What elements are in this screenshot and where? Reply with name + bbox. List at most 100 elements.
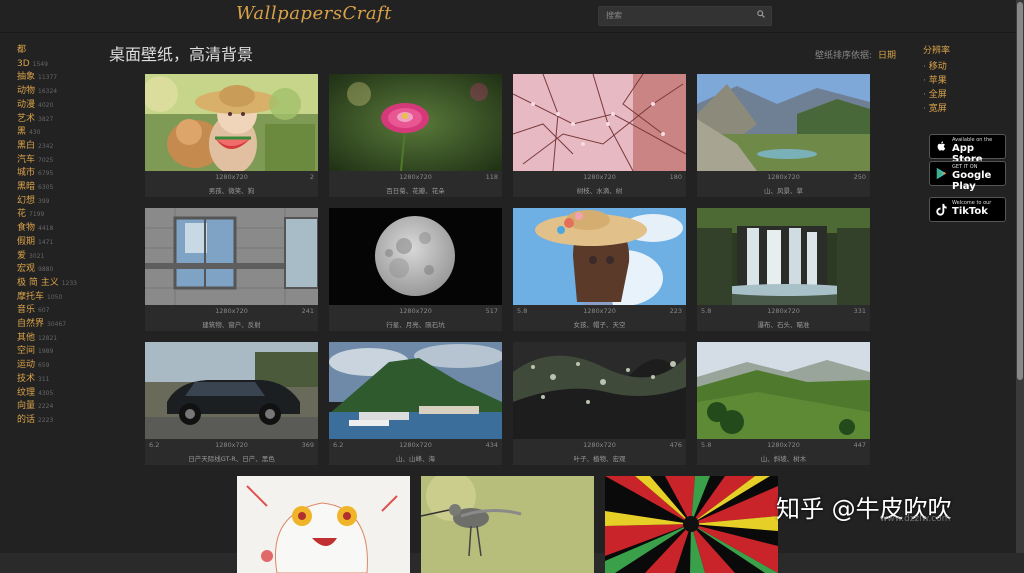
- play-icon: [936, 167, 947, 180]
- wallpaper-image[interactable]: [605, 476, 778, 573]
- wallpaper-image[interactable]: [145, 208, 318, 305]
- page-title: 桌面壁纸，高清背景: [109, 45, 254, 64]
- wallpaper-card[interactable]: 1280x720 517 行星、月亮、陨石坑: [329, 208, 502, 331]
- wallpaper-image[interactable]: [697, 208, 870, 305]
- wallpaper-image[interactable]: [697, 74, 870, 171]
- wallpaper-card[interactable]: 1280x720 118 百日菊、花瓣、花朵: [329, 74, 502, 197]
- wallpaper-image[interactable]: [513, 342, 686, 439]
- sidebar-category[interactable]: 纹理 4305: [17, 387, 77, 401]
- wallpaper-card[interactable]: [237, 476, 410, 573]
- resolution-apple[interactable]: 苹果: [923, 74, 950, 88]
- wallpaper-card[interactable]: 6.2 1280x720 369 日产天际线GT-R、日产、黑色: [145, 342, 318, 465]
- wallpaper-tags: 瀑布、石头、瞄准: [757, 321, 810, 329]
- tiktok-icon: [936, 203, 947, 216]
- category-count: 16324: [38, 88, 58, 96]
- wallpaper-image[interactable]: [329, 208, 502, 305]
- category-count: 1233: [61, 279, 78, 287]
- wallpaper-card[interactable]: 6.2 1280x720 434 山、山峰、海: [329, 342, 502, 465]
- category-count: 9880: [38, 266, 54, 274]
- sidebar-category[interactable]: 空间 1989: [17, 345, 77, 359]
- wallpaper-image[interactable]: [697, 342, 870, 439]
- search-input[interactable]: 搜索: [598, 6, 772, 26]
- wallpaper-card[interactable]: 5.8 1280x720 331 瀑布、石头、瞄准: [697, 208, 870, 331]
- sidebar-category[interactable]: 其他 12821: [17, 332, 77, 346]
- sidebar-category[interactable]: 的话 2223: [17, 414, 77, 428]
- sidebar-category[interactable]: 摩托车 1050: [17, 291, 77, 305]
- category-count: 4305: [38, 389, 54, 397]
- category-label: 宏观: [17, 264, 36, 275]
- wallpaper-image[interactable]: [237, 476, 410, 573]
- sidebar-category[interactable]: 动物 16324: [17, 85, 77, 99]
- sidebar-category[interactable]: 自然界 30467: [17, 318, 77, 332]
- wallpaper-size: 1280x720: [215, 173, 248, 181]
- category-label: 音乐: [17, 305, 36, 316]
- resolution-heading: 分辨率: [923, 46, 951, 56]
- app-store-badge[interactable]: Available on the App Store: [929, 134, 1006, 165]
- category-label: 幻想: [17, 195, 36, 206]
- comment-count: 118: [485, 173, 498, 181]
- category-label: 艺术: [17, 113, 36, 124]
- resolution-filter: 分辨率 移动 苹果 全屏 宽屏: [923, 44, 950, 116]
- wallpaper-image[interactable]: [145, 74, 318, 171]
- category-label: 摩托车: [17, 291, 45, 302]
- wallpaper-card[interactable]: [421, 476, 594, 573]
- wallpaper-size: 1280x720: [767, 441, 800, 449]
- wallpaper-card[interactable]: 5.8 1280x720 223 女孩、帽子、天空: [513, 208, 686, 331]
- site-logo[interactable]: WallpapersCraft: [236, 3, 392, 24]
- sidebar-category[interactable]: 食物 4418: [17, 222, 77, 236]
- wallpaper-image[interactable]: [329, 342, 502, 439]
- sort-label: 壁纸排序依据:: [815, 51, 873, 61]
- google-play-badge[interactable]: GET IT ON Google Play: [929, 161, 1006, 192]
- sidebar-category[interactable]: 音乐 607: [17, 304, 77, 318]
- wallpaper-image[interactable]: [513, 74, 686, 171]
- sidebar-category[interactable]: 花 7199: [17, 208, 77, 222]
- scrollbar-thumb[interactable]: [1017, 2, 1023, 380]
- sidebar-category[interactable]: 都: [17, 44, 77, 58]
- sidebar-category[interactable]: 城市 6795: [17, 167, 77, 181]
- resolution-fullscreen[interactable]: 全屏: [923, 88, 950, 102]
- resolution-widescreen[interactable]: 宽屏: [923, 102, 950, 116]
- sidebar-category[interactable]: 向量 2224: [17, 400, 77, 414]
- sidebar-category[interactable]: 黑暗 6305: [17, 181, 77, 195]
- category-label: 抽象: [17, 72, 36, 83]
- sidebar-category[interactable]: 黑白 2342: [17, 140, 77, 154]
- sidebar-category[interactable]: 3D 1549: [17, 58, 77, 72]
- sort-value[interactable]: 日期: [878, 51, 896, 61]
- sidebar-category[interactable]: 幻想 399: [17, 195, 77, 209]
- sidebar-category[interactable]: 爱 3021: [17, 250, 77, 264]
- sidebar-category[interactable]: 黑 430: [17, 126, 77, 140]
- wallpaper-card[interactable]: 1280x720 2 男孩、微笑、狗: [145, 74, 318, 197]
- search-icon[interactable]: [757, 10, 765, 18]
- sidebar-category[interactable]: 艺术 3827: [17, 113, 77, 127]
- category-label: 花: [17, 209, 27, 220]
- resolution-mobile[interactable]: 移动: [923, 60, 950, 74]
- category-count: 6795: [38, 170, 54, 178]
- sidebar-category[interactable]: 宏观 9880: [17, 263, 77, 277]
- comment-count: 2: [309, 173, 314, 181]
- sidebar-category[interactable]: 抽象 11377: [17, 71, 77, 85]
- page-scrollbar[interactable]: [1016, 0, 1024, 553]
- wallpaper-image[interactable]: [421, 476, 594, 573]
- wallpaper-card[interactable]: 1280x720 241 建筑物、窗户、反射: [145, 208, 318, 331]
- wallpaper-card[interactable]: 1280x720 476 叶子、植物、宏观: [513, 342, 686, 465]
- wallpaper-size: 1280x720: [583, 307, 616, 315]
- top-bar: WallpapersCraft 搜索: [0, 0, 1016, 33]
- wallpaper-card[interactable]: [605, 476, 778, 573]
- sidebar-category[interactable]: 假期 1471: [17, 236, 77, 250]
- wallpaper-card[interactable]: 1280x720 250 山、风景、草: [697, 74, 870, 197]
- sidebar-category[interactable]: 汽车 7025: [17, 154, 77, 168]
- category-label: 其他: [17, 332, 36, 343]
- wallpaper-size: 1280x720: [583, 441, 616, 449]
- badge-big-text: Google Play: [952, 170, 992, 192]
- wallpaper-tags: 山、斜坡、树木: [760, 455, 807, 463]
- sidebar-category[interactable]: 运动 659: [17, 359, 77, 373]
- wallpaper-image[interactable]: [329, 74, 502, 171]
- tiktok-badge[interactable]: Welcome to our TikTok: [929, 197, 1006, 222]
- sidebar-category[interactable]: 极 简 主义 1233: [17, 277, 77, 291]
- wallpaper-card[interactable]: 5.8 1280x720 447 山、斜坡、树木: [697, 342, 870, 465]
- wallpaper-image[interactable]: [513, 208, 686, 305]
- wallpaper-card[interactable]: 1280x720 180 树枝、水滴、树: [513, 74, 686, 197]
- wallpaper-image[interactable]: [145, 342, 318, 439]
- sidebar-category[interactable]: 技术 311: [17, 373, 77, 387]
- sidebar-category[interactable]: 动漫 4020: [17, 99, 77, 113]
